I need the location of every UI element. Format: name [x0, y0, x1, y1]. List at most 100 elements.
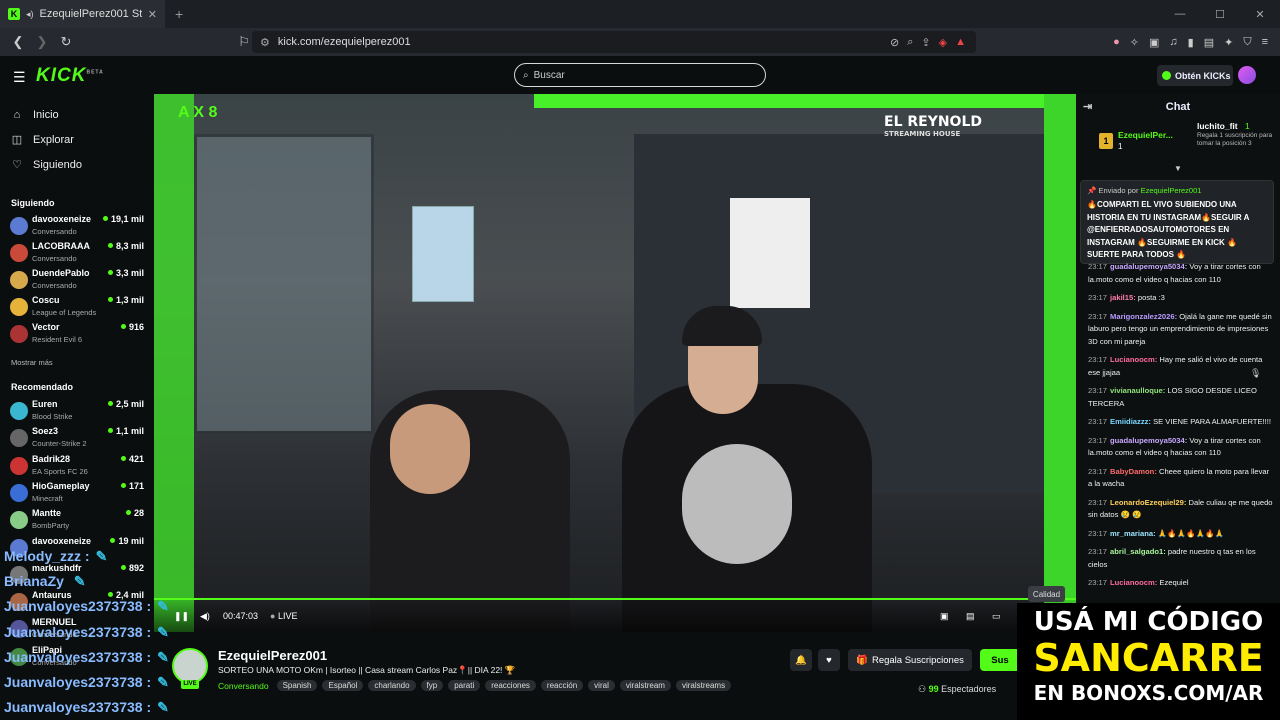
vpn-icon[interactable]: ⛉: [1243, 36, 1251, 49]
pip-icon[interactable]: ▭: [992, 611, 1001, 622]
subscribe-button[interactable]: Sus: [980, 649, 1020, 671]
puzzle-icon[interactable]: ✧: [1130, 36, 1139, 49]
share-icon[interactable]: ⇪: [921, 36, 930, 49]
eye-off-icon[interactable]: ⊘: [890, 36, 899, 49]
message-user[interactable]: mr_mariana:: [1110, 529, 1156, 538]
recommended-channel[interactable]: HioGameplay Minecraft 171: [0, 479, 154, 506]
recommended-channel[interactable]: Euren Blood Strike 2,5 mil: [0, 397, 154, 424]
pinned-by-user[interactable]: EzequielPerez001: [1141, 186, 1202, 195]
kick-logo[interactable]: KICKBETA: [36, 65, 104, 87]
menu-icon[interactable]: ≡: [1262, 36, 1268, 49]
extension-icon[interactable]: ●: [1113, 36, 1120, 49]
sidebar-icon[interactable]: ▮: [1188, 36, 1194, 49]
live-indicator: ● LIVE: [270, 611, 298, 621]
clip-icon[interactable]: ▤: [966, 611, 975, 622]
viewer-count: 1,3 mil: [108, 295, 144, 305]
url-bar[interactable]: ⚙ kick.com/ezequielperez001 ⊘ ⌕ ⇪ ◈ ▲: [252, 31, 976, 53]
message-user[interactable]: guadalupemoya5034:: [1110, 436, 1187, 445]
viewers-icon: ⚇: [918, 684, 929, 694]
message-user[interactable]: jakil15:: [1110, 293, 1136, 302]
recommended-channel[interactable]: Mantte BombParty 28: [0, 506, 154, 533]
channel-name[interactable]: EzequielPerez001: [218, 648, 327, 663]
notification-bell-button[interactable]: 🔔: [790, 649, 812, 671]
hamburger-menu-icon[interactable]: ☰: [13, 69, 26, 86]
forward-icon[interactable]: ❯: [32, 34, 52, 50]
user-avatar[interactable]: [1238, 66, 1256, 84]
tag-chip[interactable]: viralstream: [619, 680, 671, 691]
following-channel[interactable]: Vector Resident Evil 6 916: [0, 320, 154, 347]
volume-icon[interactable]: ◀): [200, 611, 210, 622]
sidebar-item-inicio[interactable]: ⌂ Inicio: [0, 102, 154, 127]
reload-icon[interactable]: ↻: [56, 34, 76, 50]
green-screen-top: [534, 94, 1076, 108]
feather-icon: ✎: [157, 623, 169, 640]
wallet-icon[interactable]: ▤: [1204, 36, 1214, 49]
message-user[interactable]: LeonardoEzequiel29:: [1110, 498, 1186, 507]
message-user[interactable]: guadalupemoya5034:: [1110, 262, 1187, 271]
collapse-chat-icon[interactable]: ⇥: [1083, 100, 1092, 113]
tab-title: EzequielPerez001 Stream - W: [39, 8, 142, 20]
tag-chip[interactable]: Español: [322, 680, 364, 691]
theater-mode-icon[interactable]: ▣: [940, 611, 949, 622]
close-tab-icon[interactable]: ✕: [148, 8, 157, 21]
bookmark-icon[interactable]: ⚐: [234, 34, 254, 50]
speaker-icon[interactable]: ◂): [26, 9, 34, 20]
search-input[interactable]: ⌕ Buscar: [514, 63, 766, 87]
site-settings-icon[interactable]: ⚙: [260, 36, 270, 49]
expand-leaderboard-icon[interactable]: ▼: [1174, 164, 1182, 173]
tag-chip[interactable]: charlando: [368, 680, 416, 691]
jersey-right: [730, 198, 810, 308]
message-user[interactable]: BabyDamon:: [1110, 467, 1157, 476]
show-more-link[interactable]: Mostrar más: [11, 358, 53, 367]
ai-icon[interactable]: ✦: [1224, 36, 1233, 49]
new-tab-button[interactable]: +: [175, 6, 183, 22]
rewards-icon[interactable]: ▲: [955, 36, 966, 49]
tag-chip[interactable]: Spanish: [276, 680, 318, 691]
leader-name[interactable]: EzequielPer...: [1118, 130, 1173, 140]
pause-icon[interactable]: ❚❚: [174, 611, 189, 622]
zoom-icon[interactable]: ⌕: [907, 36, 913, 49]
recommended-channel[interactable]: Badrik28 EA Sports FC 26 421: [0, 452, 154, 479]
minimize-button[interactable]: —: [1160, 8, 1200, 20]
top-gifter-name[interactable]: luchito_fit: [1197, 121, 1238, 131]
tag-chip[interactable]: reacciones: [485, 680, 536, 691]
following-channel[interactable]: LACOBRAAA Conversando 8,3 mil: [0, 239, 154, 266]
message-user[interactable]: Marigonzalez2026:: [1110, 312, 1177, 321]
tag-chip[interactable]: fyp: [420, 680, 444, 691]
message-user[interactable]: abril_salgado1:: [1110, 547, 1166, 556]
channel-avatar[interactable]: [172, 648, 208, 684]
message-user[interactable]: Lucianoocm:: [1110, 355, 1157, 364]
video-player[interactable]: A X 8 EL REYNOLD STREAMING HOUSE: [154, 94, 1076, 632]
message-user[interactable]: vivianaulloque:: [1110, 386, 1165, 395]
back-icon[interactable]: ❮: [8, 34, 28, 50]
tag-chip[interactable]: parati: [448, 680, 481, 691]
follow-button[interactable]: ♥: [818, 649, 840, 671]
category-link[interactable]: Conversando: [218, 681, 269, 691]
tag-chip[interactable]: viral: [588, 680, 615, 691]
following-channel[interactable]: Coscu League of Legends 1,3 mil: [0, 293, 154, 320]
following-channel[interactable]: DuendePablo Conversando 3,3 mil: [0, 266, 154, 293]
brave-shield-icon[interactable]: ◈: [939, 36, 947, 49]
tag-chip[interactable]: reacción: [540, 680, 584, 691]
browser-tab[interactable]: K ◂) EzequielPerez001 Stream - W ✕: [0, 0, 165, 28]
close-window-button[interactable]: ✕: [1240, 8, 1280, 21]
following-channel[interactable]: davooxeneize Conversando 19,1 mil: [0, 212, 154, 239]
sidebar-item-siguiendo[interactable]: ♡ Siguiendo: [0, 152, 154, 177]
tag-chip[interactable]: viralstreams: [675, 680, 732, 691]
music-icon[interactable]: ♫: [1169, 36, 1177, 49]
message-time: 23:17: [1088, 262, 1108, 271]
message-text: Ezequiel: [1157, 578, 1189, 587]
message-user[interactable]: Emiidiazzz:: [1110, 417, 1151, 426]
shirt-print: [682, 444, 792, 564]
gift-subs-button[interactable]: 🎁 Regala Suscripciones: [848, 649, 972, 671]
progress-bar[interactable]: [154, 598, 1076, 600]
get-kicks-button[interactable]: Obtén KICKs: [1157, 65, 1233, 86]
sidebar-item-explorar[interactable]: ◫ Explorar: [0, 127, 154, 152]
screenshot-icon[interactable]: ▣: [1149, 36, 1159, 49]
microphone-icon[interactable]: 🎙: [1250, 368, 1264, 382]
message-user[interactable]: Lucianoocm:: [1110, 578, 1157, 587]
search-icon: ⌕: [523, 69, 529, 81]
recommended-channel[interactable]: Soez3 Counter-Strike 2 1,1 mil: [0, 424, 154, 451]
live-badge: LIVE: [181, 680, 199, 689]
maximize-button[interactable]: ☐: [1200, 8, 1240, 21]
